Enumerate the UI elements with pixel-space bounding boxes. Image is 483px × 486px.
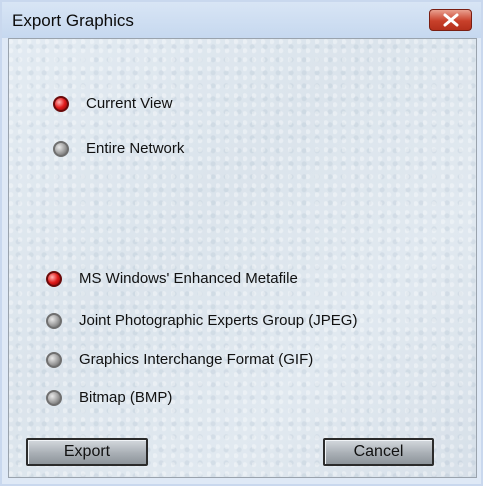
radio-entire-network-label[interactable]: Entire Network xyxy=(86,140,184,157)
radio-current-view-label[interactable]: Current View xyxy=(86,95,172,112)
radio-current-view-indicator[interactable] xyxy=(53,95,69,112)
radio-gif-indicator[interactable] xyxy=(46,351,62,368)
title-bar[interactable]: Export Graphics xyxy=(2,2,481,38)
radio-emf-indicator[interactable] xyxy=(46,270,62,287)
radio-bmp[interactable]: Bitmap (BMP) xyxy=(46,389,172,406)
radio-jpeg[interactable]: Joint Photographic Experts Group (JPEG) xyxy=(46,312,357,329)
radio-gif[interactable]: Graphics Interchange Format (GIF) xyxy=(46,351,313,368)
radio-current-view[interactable]: Current View xyxy=(53,95,172,112)
radio-emf-label[interactable]: MS Windows' Enhanced Metafile xyxy=(79,270,298,287)
radio-entire-network[interactable]: Entire Network xyxy=(53,140,184,157)
radio-gif-label[interactable]: Graphics Interchange Format (GIF) xyxy=(79,351,313,368)
radio-entire-network-indicator[interactable] xyxy=(53,140,69,157)
cancel-button[interactable]: Cancel xyxy=(323,438,434,466)
export-button[interactable]: Export xyxy=(26,438,148,466)
close-icon xyxy=(443,13,459,27)
radio-jpeg-label[interactable]: Joint Photographic Experts Group (JPEG) xyxy=(79,312,357,329)
radio-emf[interactable]: MS Windows' Enhanced Metafile xyxy=(46,270,298,287)
dialog-body: Current View Entire Network MS Windows' … xyxy=(8,38,477,478)
dialog-title: Export Graphics xyxy=(12,11,134,30)
close-button[interactable] xyxy=(429,9,472,31)
export-graphics-dialog: Export Graphics Current View Entire Netw… xyxy=(0,0,483,486)
radio-bmp-label[interactable]: Bitmap (BMP) xyxy=(79,389,172,406)
radio-bmp-indicator[interactable] xyxy=(46,389,62,406)
radio-jpeg-indicator[interactable] xyxy=(46,312,62,329)
